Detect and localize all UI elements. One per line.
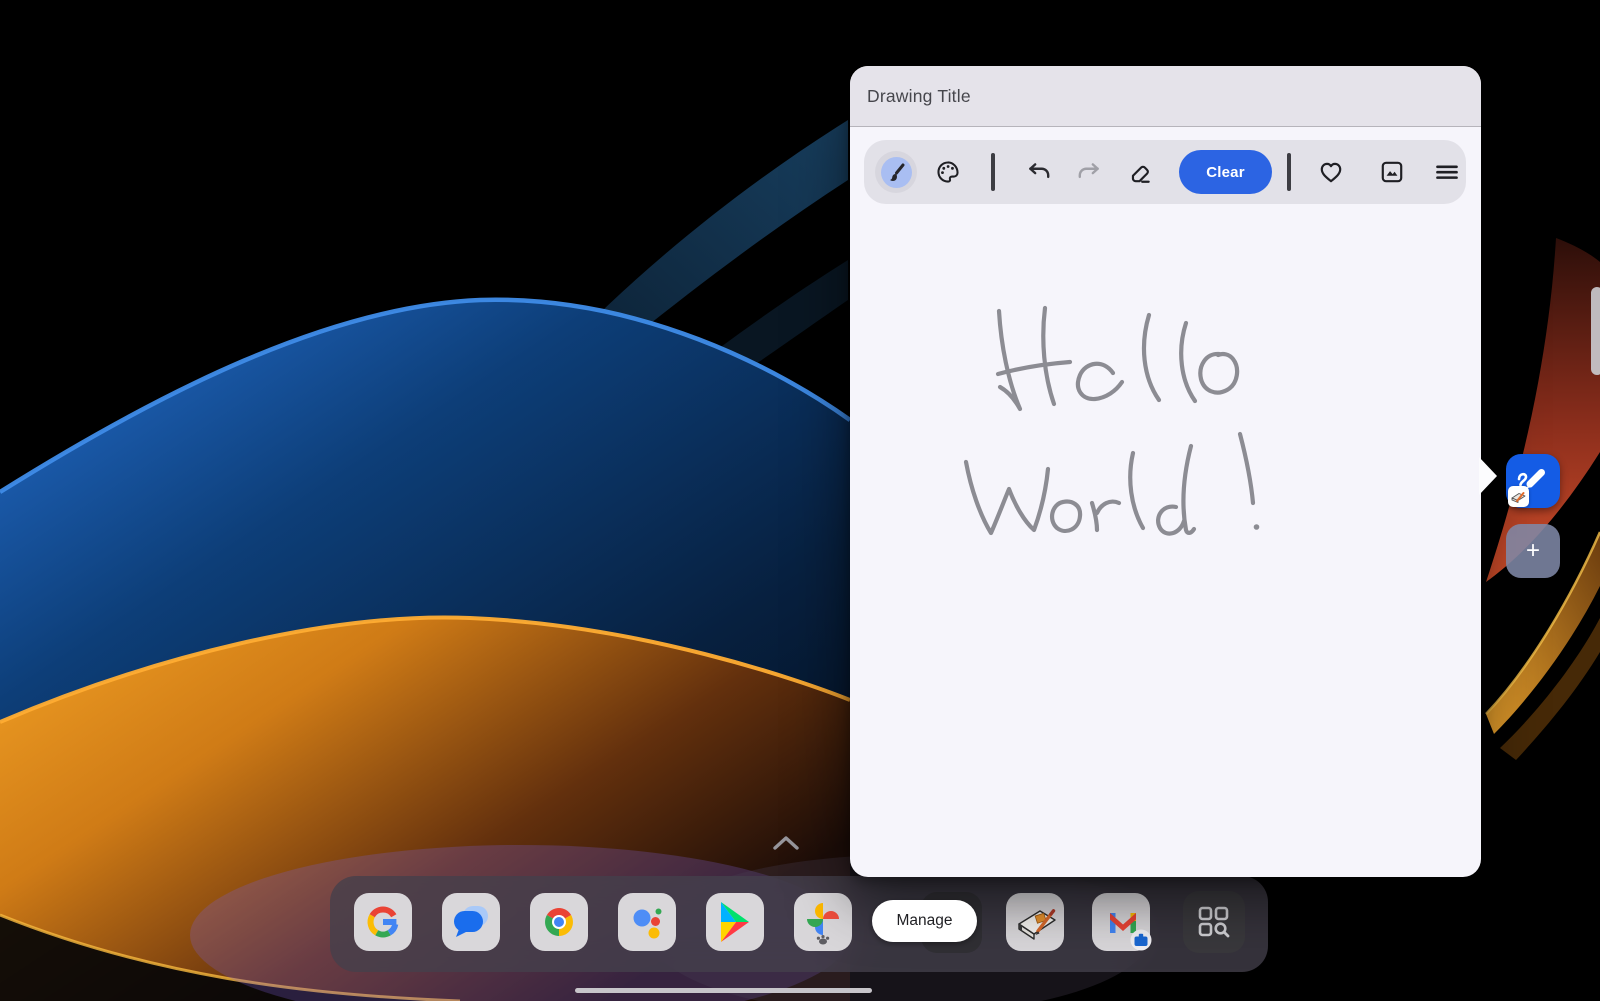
messages-icon — [442, 893, 500, 951]
manage-label: Manage — [896, 912, 952, 930]
heart-icon — [1318, 159, 1344, 185]
brush-tool-button[interactable] — [875, 151, 917, 193]
photos-icon — [794, 893, 852, 951]
edge-scrollbar[interactable] — [1591, 287, 1600, 375]
dock-app-gmail[interactable] — [1092, 893, 1150, 951]
play-store-icon — [706, 893, 764, 951]
dock-app-assistant[interactable] — [618, 893, 676, 951]
gesture-navigation-bar[interactable] — [575, 988, 872, 993]
chrome-icon — [530, 893, 588, 951]
taskbar-dock — [330, 876, 1268, 972]
work-badge — [1131, 930, 1152, 951]
eraser-button[interactable] — [1127, 159, 1153, 185]
palette-tool-button[interactable] — [935, 159, 961, 185]
chevron-up-icon[interactable] — [773, 836, 799, 850]
redo-icon — [1076, 159, 1102, 185]
assistant-icon — [618, 893, 676, 951]
redo-button[interactable] — [1076, 159, 1102, 185]
menu-button[interactable] — [1434, 159, 1460, 185]
undo-icon — [1026, 159, 1052, 185]
dock-app-chrome[interactable] — [530, 893, 588, 951]
window-titlebar[interactable]: Drawing Title — [850, 66, 1481, 127]
dock-app-photos[interactable] — [794, 893, 852, 951]
journal-mini-badge — [1508, 486, 1529, 507]
undo-button[interactable] — [1026, 159, 1052, 185]
drawing-toolbar: Clear — [864, 140, 1466, 204]
plus-icon: + — [1526, 537, 1540, 565]
dock-app-google[interactable] — [354, 893, 412, 951]
dock-app-messages[interactable] — [442, 893, 500, 951]
brush-icon — [884, 160, 908, 184]
brush-selected-indicator — [881, 157, 912, 188]
insert-image-button[interactable] — [1379, 159, 1405, 185]
window-title: Drawing Title — [867, 86, 971, 107]
gmail-icon — [1092, 893, 1158, 959]
journal-book-icon — [1006, 893, 1064, 951]
clear-button[interactable]: Clear — [1179, 150, 1272, 194]
toolbar-divider — [1287, 153, 1291, 191]
palette-icon — [935, 159, 961, 185]
eraser-icon — [1127, 159, 1153, 185]
dock-app-journal[interactable] — [1006, 893, 1064, 951]
drawing-canvas[interactable] — [850, 204, 1481, 877]
paw-badge — [817, 935, 829, 945]
add-bubble[interactable]: + — [1506, 524, 1560, 578]
drawing-app-window: Drawing Title — [850, 66, 1481, 877]
edge-attach-arrow[interactable] — [1479, 457, 1497, 495]
stylus-notes-bubble[interactable] — [1506, 454, 1560, 508]
journal-mini-icon — [1508, 486, 1529, 507]
hamburger-menu-icon — [1434, 159, 1460, 185]
dock-app-play-store[interactable] — [706, 893, 764, 951]
toolbar-divider — [991, 153, 995, 191]
google-icon — [354, 893, 412, 951]
manage-tooltip[interactable]: Manage — [872, 900, 977, 942]
app-drawer-search-icon — [1183, 891, 1245, 953]
favorite-button[interactable] — [1318, 159, 1344, 185]
desktop-screen: Manage Drawing Title — [0, 0, 1600, 1001]
dock-app-drawer[interactable] — [1183, 891, 1245, 953]
image-icon — [1379, 159, 1405, 185]
